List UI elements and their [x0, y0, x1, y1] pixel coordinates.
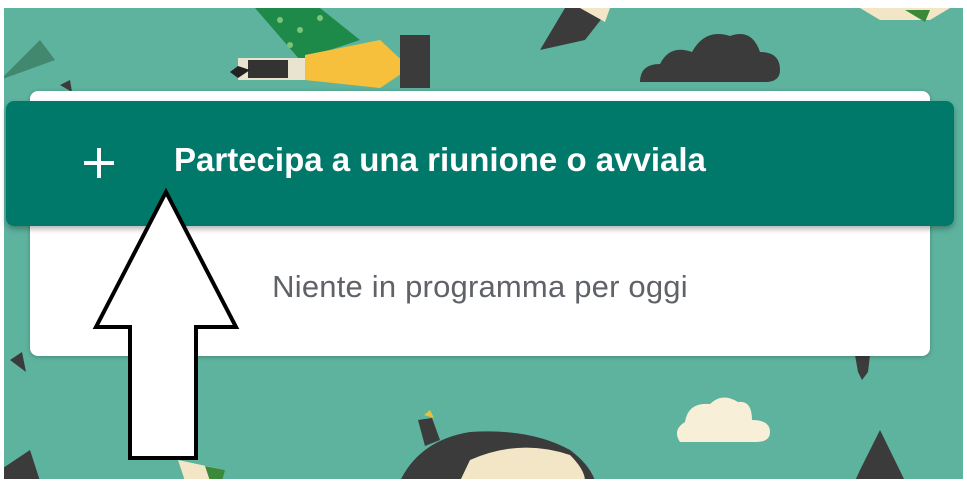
join-or-start-meeting-button[interactable]: Partecipa a una riunione o avviala [6, 101, 954, 226]
empty-schedule-message: Niente in programma per oggi [272, 269, 688, 304]
join-or-start-meeting-label: Partecipa a una riunione o avviala [174, 141, 706, 178]
plus-icon [84, 148, 114, 178]
screenshot-frame: Niente in programma per oggi Partecipa a… [0, 0, 967, 481]
